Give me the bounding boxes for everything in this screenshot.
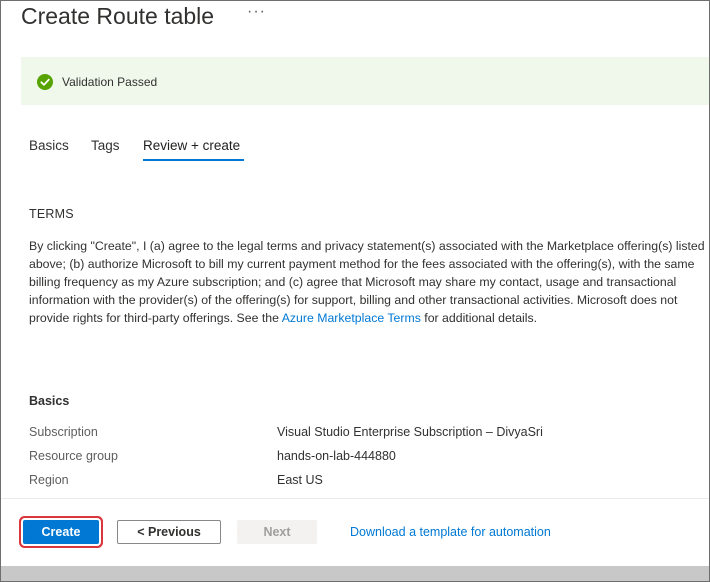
- horizontal-scrollbar[interactable]: [1, 566, 709, 581]
- summary-row-subscription: Subscription Visual Studio Enterprise Su…: [29, 425, 709, 445]
- next-button: Next: [237, 520, 317, 544]
- page-title: Create Route table: [21, 3, 215, 29]
- azure-marketplace-terms-link[interactable]: Azure Marketplace Terms: [282, 311, 421, 325]
- terms-text: By clicking "Create", I (a) agree to the…: [29, 237, 705, 327]
- summary-row-resource-group: Resource group hands-on-lab-444880: [29, 449, 709, 469]
- summary-value: Visual Studio Enterprise Subscription – …: [277, 425, 543, 439]
- previous-button[interactable]: < Previous: [117, 520, 221, 544]
- more-options-icon[interactable]: ···: [247, 3, 266, 21]
- tab-tags[interactable]: Tags: [91, 138, 120, 153]
- summary-key: Region: [29, 473, 69, 487]
- download-template-link[interactable]: Download a template for automation: [350, 525, 551, 539]
- create-button[interactable]: Create: [23, 520, 99, 544]
- validation-status-text: Validation Passed: [62, 75, 158, 89]
- validation-banner: Validation Passed: [21, 57, 709, 105]
- active-tab-indicator: [143, 159, 244, 161]
- tab-basics[interactable]: Basics: [29, 138, 69, 153]
- summary-key: Subscription: [29, 425, 98, 439]
- summary-key: Resource group: [29, 449, 118, 463]
- check-circle-icon: [37, 74, 53, 90]
- summary-value: hands-on-lab-444880: [277, 449, 396, 463]
- summary-value: East US: [277, 473, 323, 487]
- terms-heading: TERMS: [29, 207, 74, 221]
- basics-section-heading: Basics: [29, 394, 70, 408]
- terms-body-tail: for additional details.: [420, 311, 538, 325]
- create-route-table-blade: Create Route table ··· Validation Passed…: [0, 0, 710, 582]
- tab-review-create[interactable]: Review + create: [143, 138, 240, 153]
- action-footer: Create < Previous Next Download a templa…: [1, 498, 709, 567]
- summary-row-region: Region East US: [29, 473, 709, 493]
